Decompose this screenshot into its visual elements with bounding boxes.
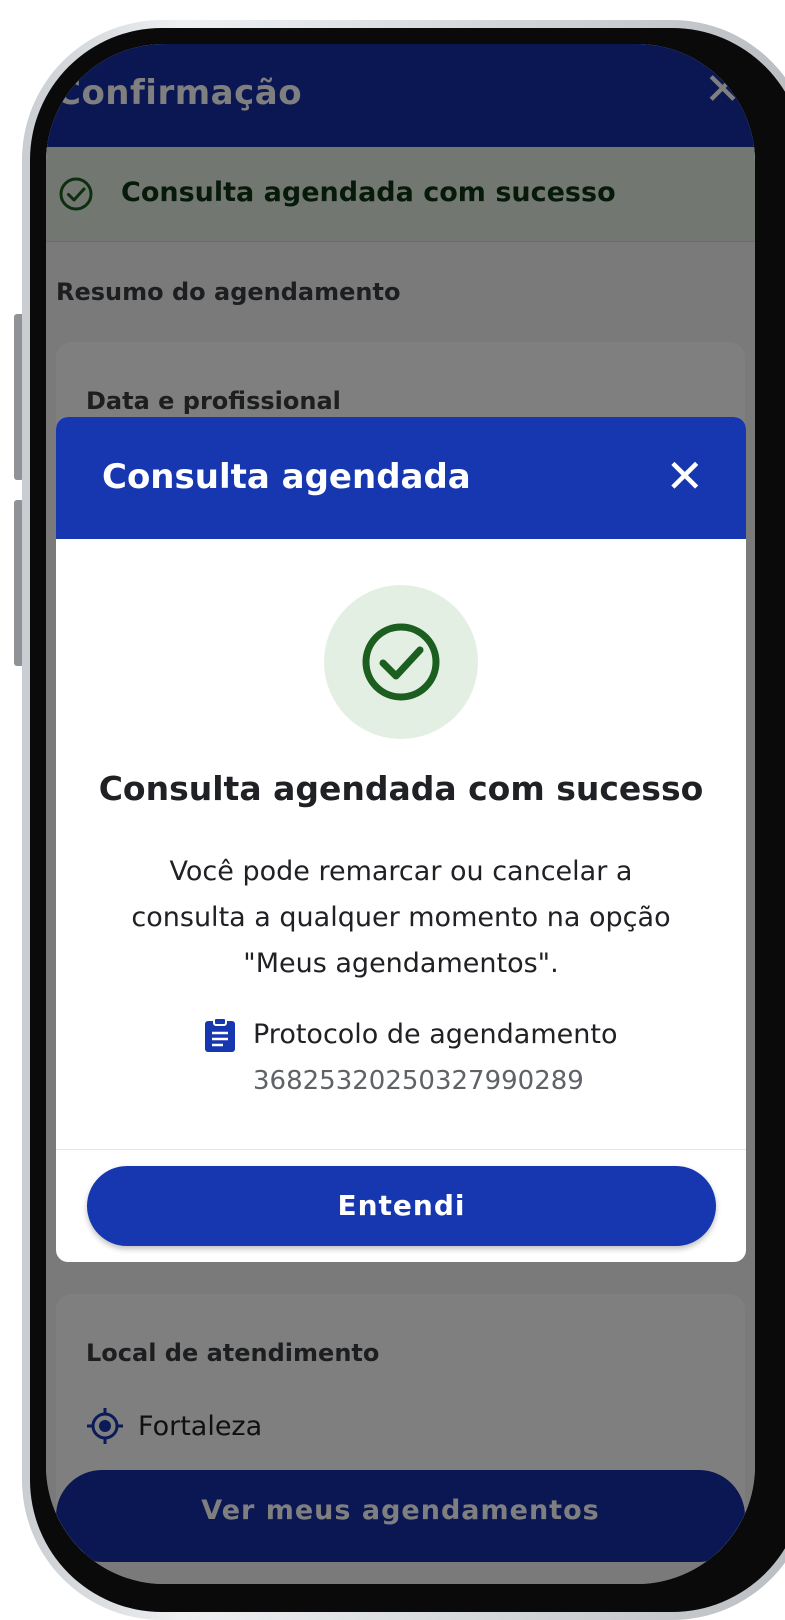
clipboard-icon bbox=[205, 1017, 235, 1052]
dialog-close-icon[interactable]: ✕ bbox=[665, 453, 704, 499]
protocol-number: 36825320250327990289 bbox=[253, 1066, 584, 1096]
success-illustration bbox=[324, 585, 478, 739]
dialog-message: Você pode remarcar ou cancelar a consult… bbox=[131, 856, 671, 979]
protocol-block: Protocolo de agendamento 368253202503279… bbox=[203, 1017, 663, 1107]
understood-button[interactable]: Entendi bbox=[87, 1166, 716, 1246]
dialog-divider bbox=[56, 1149, 746, 1150]
dialog-header: Consulta agendada ✕ bbox=[56, 417, 746, 539]
protocol-label: Protocolo de agendamento bbox=[253, 1019, 618, 1050]
check-circle-icon bbox=[362, 623, 440, 701]
phone-screen: Confirmação ✕ Consulta agendada com suce… bbox=[46, 44, 755, 1584]
confirmation-dialog: Consulta agendada ✕ Consulta agendada co… bbox=[56, 417, 746, 1262]
dialog-title: Consulta agendada bbox=[102, 457, 471, 497]
dialog-heading: Consulta agendada com sucesso bbox=[98, 769, 704, 808]
